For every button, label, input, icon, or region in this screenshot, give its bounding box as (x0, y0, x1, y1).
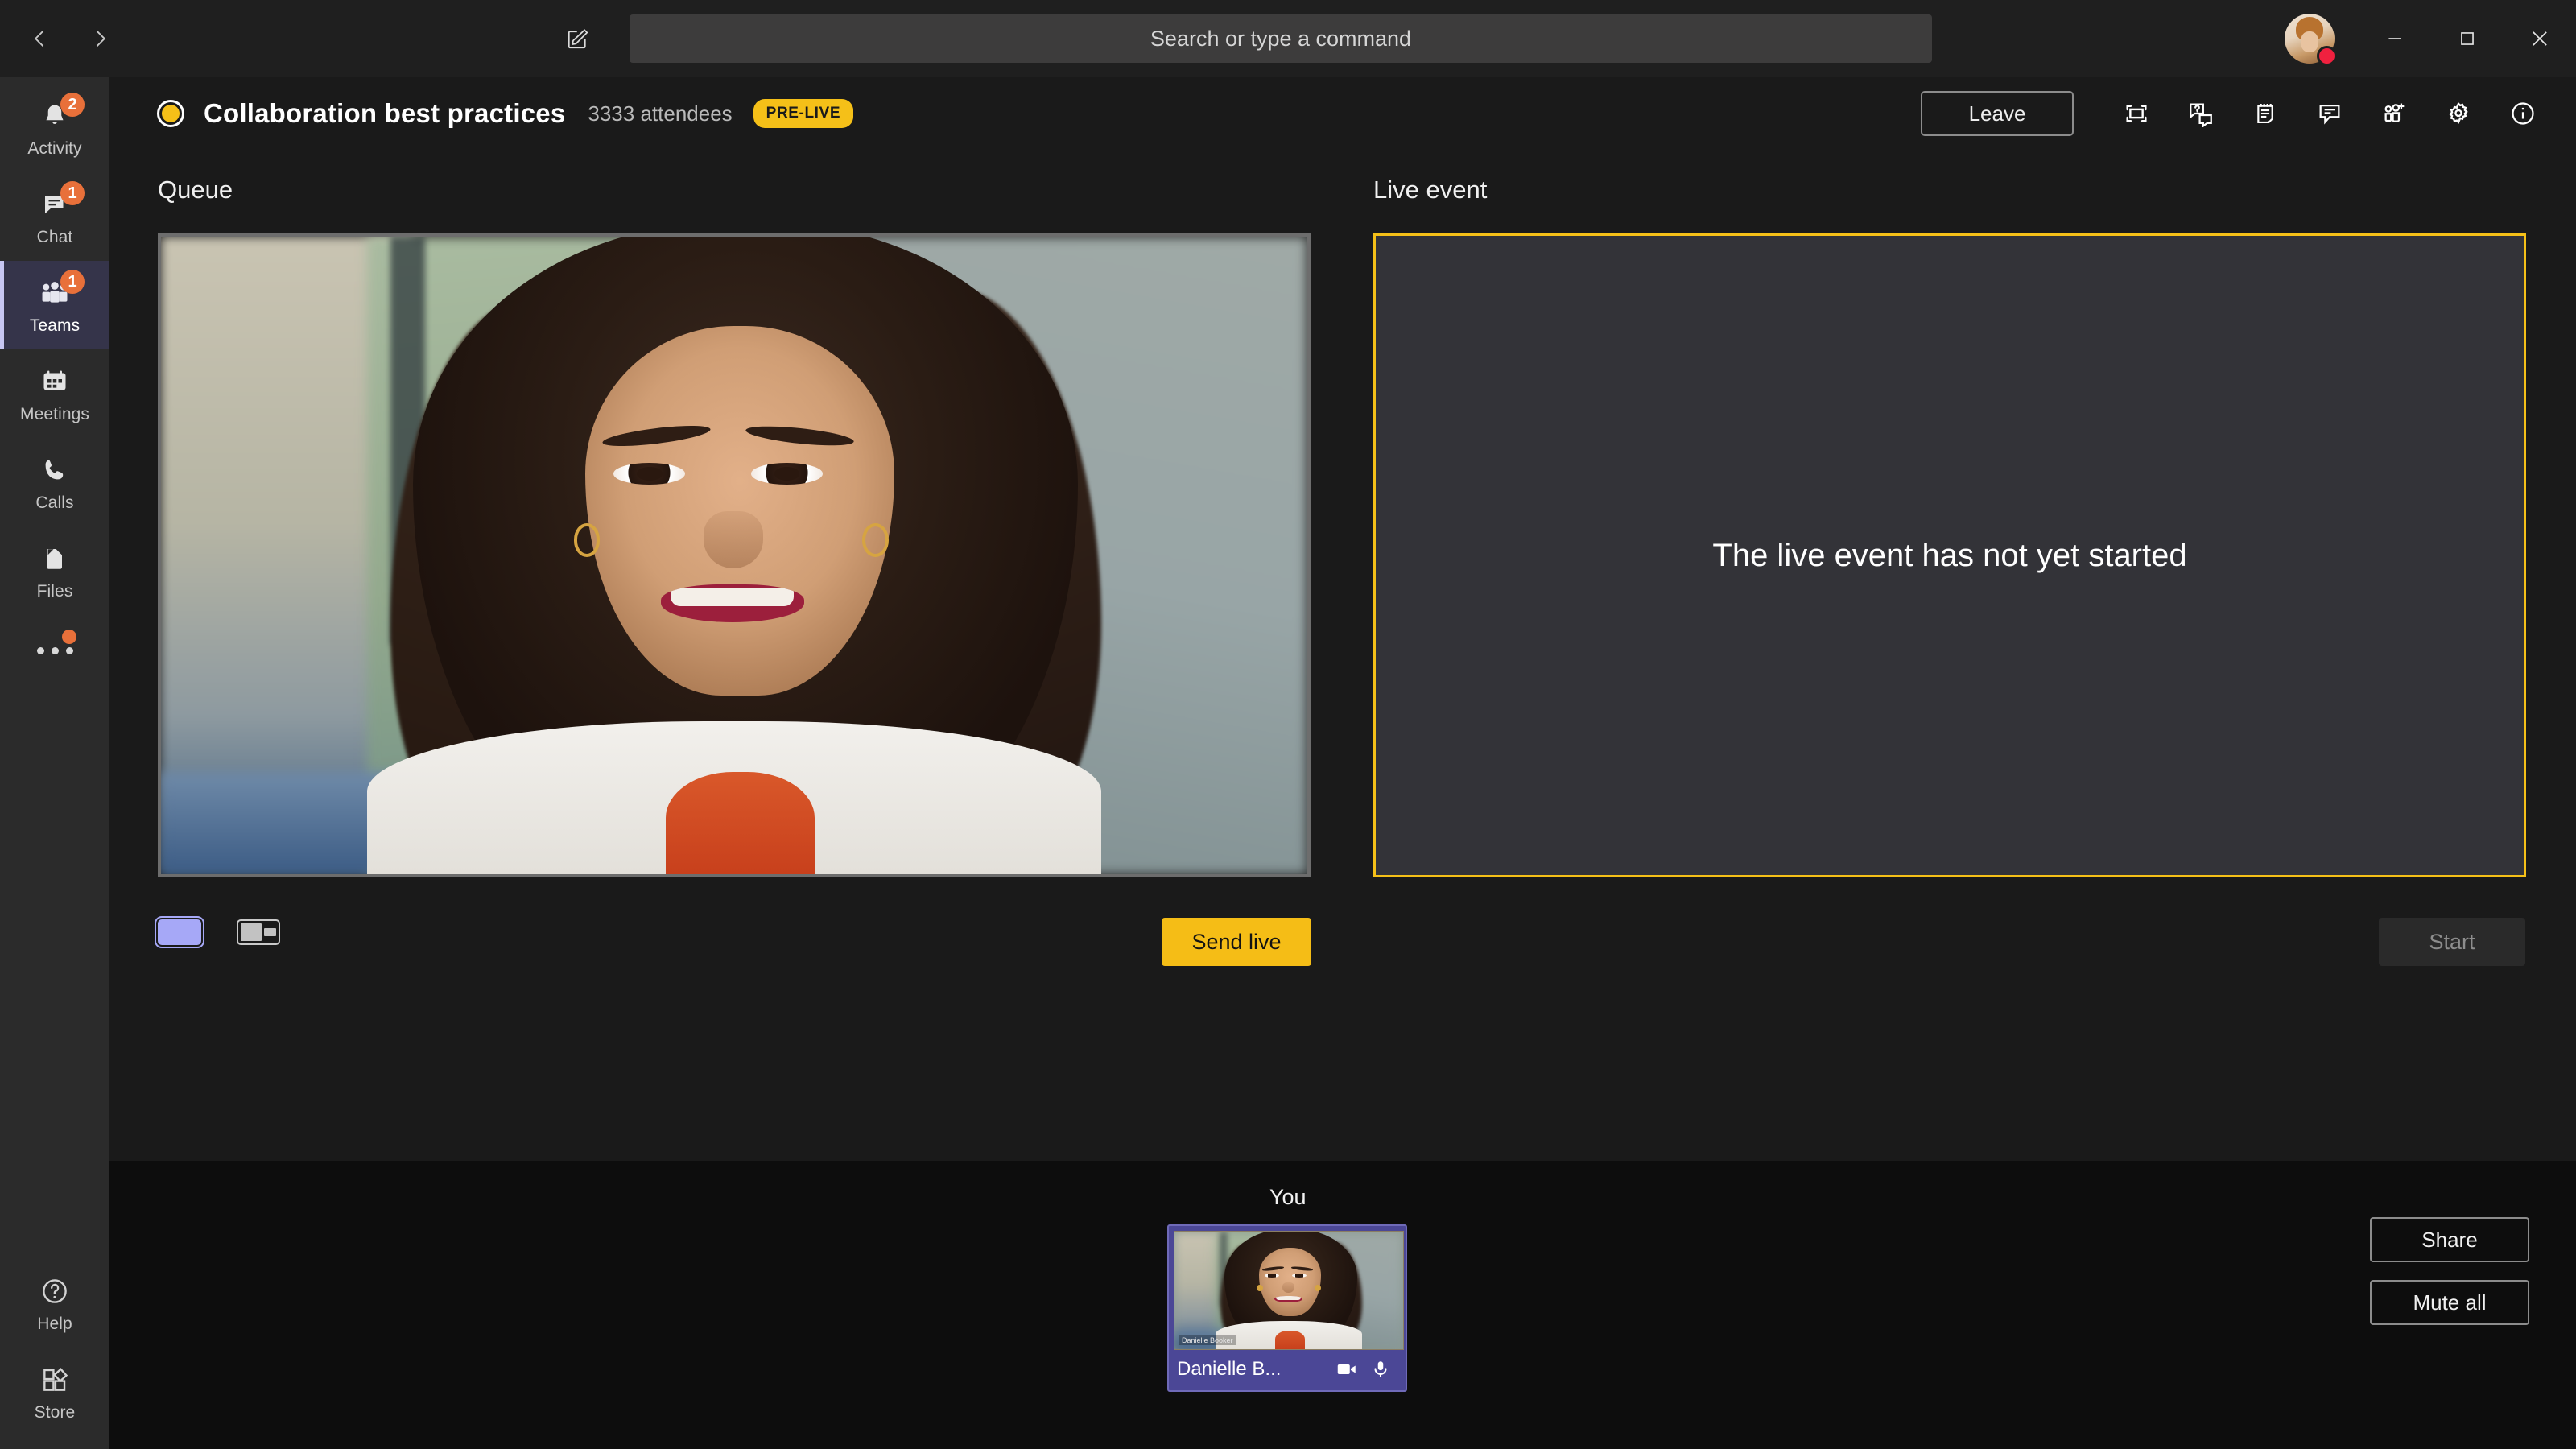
maximize-icon (2461, 32, 2474, 45)
store-icon (36, 1361, 73, 1398)
app-rail: 2 Activity 1 Chat 1 Teams Meetings Calls… (0, 77, 109, 1449)
sidebar-item-meetings[interactable]: Meetings (0, 349, 109, 438)
share-button[interactable]: Share (2370, 1217, 2529, 1262)
sidebar-item-label: Meetings (19, 405, 89, 423)
layout-split-button[interactable] (237, 919, 280, 945)
notes-icon[interactable] (2233, 85, 2297, 142)
send-live-button[interactable]: Send live (1162, 918, 1311, 966)
microphone-icon[interactable] (1364, 1359, 1397, 1380)
help-icon (36, 1273, 73, 1310)
new-chat-button[interactable] (555, 16, 601, 61)
bell-icon: 2 (36, 93, 85, 134)
page-title: Collaboration best practices (204, 98, 566, 128)
attendee-count: 3333 attendees (588, 101, 733, 126)
sidebar-item-activity[interactable]: 2 Activity (0, 84, 109, 172)
bottom-right-buttons: Share Mute all (2370, 1217, 2529, 1325)
calendar-icon (36, 363, 73, 400)
rail-bottom-group: Help Store (0, 1259, 109, 1436)
minimize-icon (2388, 38, 2401, 39)
queue-label: Queue (158, 175, 233, 204)
sidebar-item-files[interactable]: Files (0, 526, 109, 615)
add-participant-icon[interactable] (2362, 85, 2426, 142)
teams-icon: 1 (36, 270, 85, 312)
sidebar-item-label: Files (36, 582, 73, 601)
chat-icon[interactable] (2297, 85, 2362, 142)
layout-selector (158, 919, 280, 945)
chevron-right-icon (96, 31, 106, 47)
user-avatar-button[interactable] (2285, 14, 2337, 66)
minimize-button[interactable] (2359, 0, 2431, 77)
self-video-thumbnail: Danielle Booker (1174, 1231, 1404, 1350)
title-bar (0, 0, 2576, 77)
status-badge: PRE-LIVE (753, 99, 854, 128)
fullscreen-icon[interactable] (2104, 85, 2169, 142)
sidebar-item-calls[interactable]: Calls (0, 438, 109, 526)
queue-presenter-image (161, 237, 1307, 874)
more-apps-button[interactable] (0, 615, 109, 686)
forward-button[interactable] (77, 16, 122, 61)
info-icon[interactable] (2491, 85, 2555, 142)
sidebar-item-chat[interactable]: 1 Chat (0, 172, 109, 261)
settings-gear-icon[interactable] (2426, 85, 2491, 142)
start-button[interactable]: Start (2379, 918, 2525, 966)
badge-count: 1 (60, 181, 85, 205)
close-icon (2533, 31, 2547, 46)
window-controls-group (2285, 0, 2576, 77)
meeting-toolbar: Leave (1921, 77, 2555, 150)
live-event-dot-icon (157, 100, 184, 127)
leave-button[interactable]: Leave (1921, 91, 2074, 136)
sidebar-item-label: Chat (36, 228, 73, 246)
files-icon (36, 540, 73, 577)
chat-icon: 1 (36, 181, 85, 223)
you-label: You (1269, 1185, 1307, 1209)
sidebar-item-teams[interactable]: 1 Teams (0, 261, 109, 349)
video-caption: Danielle Booker (1179, 1335, 1236, 1345)
queue-video-preview[interactable] (158, 233, 1311, 877)
more-dots-icon (36, 629, 76, 654)
chevron-left-icon (34, 31, 44, 47)
camera-icon[interactable] (1330, 1357, 1364, 1381)
sidebar-item-store[interactable]: Store (0, 1348, 109, 1436)
badge-count: 1 (60, 270, 85, 294)
compose-icon (568, 29, 588, 49)
back-button[interactable] (18, 16, 63, 61)
live-event-message: The live event has not yet started (1712, 537, 2187, 573)
more-badge-dot (61, 629, 76, 644)
maximize-button[interactable] (2431, 0, 2504, 77)
sidebar-item-label: Calls (35, 493, 74, 512)
mute-all-button[interactable]: Mute all (2370, 1280, 2529, 1325)
sidebar-item-help[interactable]: Help (0, 1259, 109, 1348)
sidebar-item-label: Help (37, 1315, 72, 1333)
self-participant-name: Danielle B... (1177, 1358, 1282, 1380)
meeting-header: Collaboration best practices 3333 attend… (109, 77, 2576, 150)
presence-badge-busy (2317, 46, 2337, 66)
live-event-label: Live event (1373, 175, 1488, 204)
self-participant-tile[interactable]: Danielle Booker Danielle B... (1167, 1224, 1407, 1392)
close-button[interactable] (2504, 0, 2576, 77)
phone-icon (36, 452, 73, 489)
layout-single-button[interactable] (158, 919, 201, 945)
sidebar-item-label: Store (34, 1403, 76, 1422)
navigation-arrows (18, 16, 122, 61)
search-input[interactable] (630, 14, 1932, 63)
self-tile-controls: Danielle B... (1174, 1350, 1401, 1389)
sidebar-item-label: Teams (29, 316, 80, 335)
qna-icon[interactable] (2169, 85, 2233, 142)
badge-count: 2 (60, 93, 85, 117)
sidebar-item-label: Activity (27, 139, 82, 158)
live-event-panel: The live event has not yet started (1373, 233, 2526, 877)
